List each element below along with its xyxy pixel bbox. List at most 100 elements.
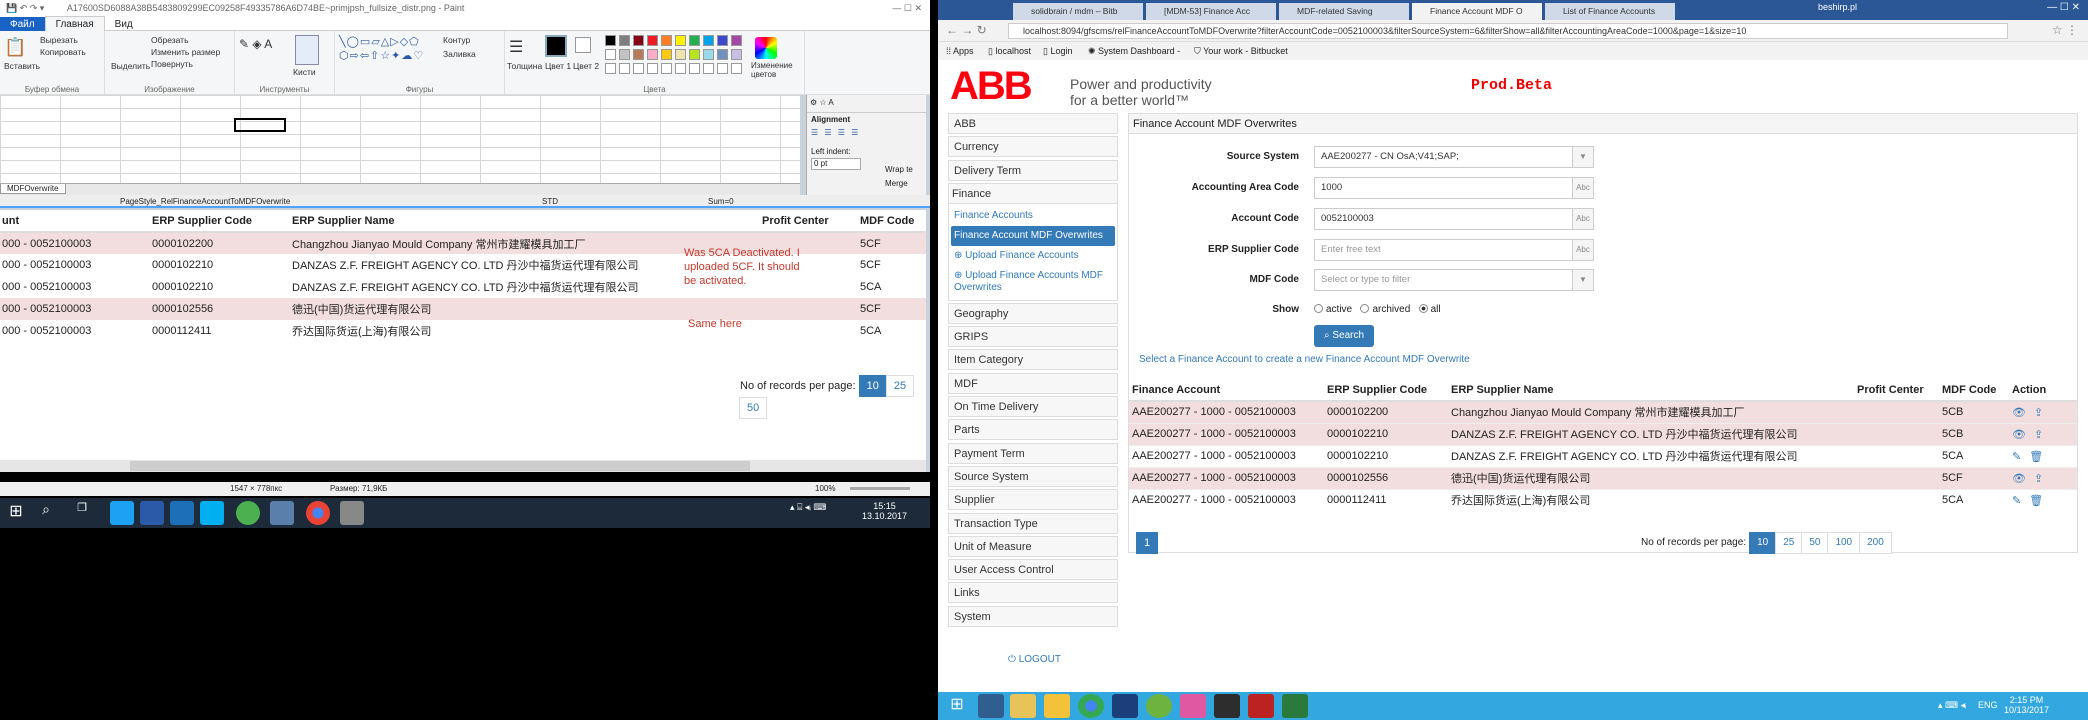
page-1[interactable]: 1 [1136, 532, 1159, 554]
outline-button[interactable]: Контур [443, 35, 470, 45]
accounting-area-input[interactable]: 1000 Abc [1314, 177, 1594, 199]
color-swatch[interactable] [703, 49, 714, 60]
color-swatch[interactable] [633, 49, 644, 60]
color-swatch[interactable] [619, 35, 630, 46]
language-indicator[interactable]: ENG [1978, 700, 1998, 710]
col-erp-name[interactable]: ERP Supplier Name [1448, 379, 1854, 402]
bookmark-dashboard[interactable]: ✺ System Dashboard - [1088, 42, 1180, 60]
pencil-icon[interactable]: ✎ [2012, 494, 2021, 507]
trash-icon[interactable]: 🗑 [2029, 494, 2043, 507]
radio-archived[interactable]: archived [1360, 304, 1410, 315]
save-app-icon[interactable] [140, 501, 164, 525]
nav-item-mdf[interactable]: MDF [948, 372, 1118, 394]
trash-icon[interactable]: 🗑 [2029, 450, 2043, 463]
file-explorer-icon[interactable] [1044, 694, 1070, 718]
pencil-icon[interactable]: ✎ ◈ A [239, 37, 272, 51]
zoom-slider[interactable] [850, 487, 910, 490]
empty-swatch[interactable] [689, 63, 700, 74]
table-row[interactable]: AAE200277 - 1000 - 0052100003 0000112411 乔… [1129, 488, 2077, 511]
brushes-icon[interactable] [295, 35, 319, 65]
color-swatch[interactable] [605, 35, 616, 46]
color-swatch[interactable] [661, 35, 672, 46]
nav-item-transaction-type[interactable]: Transaction Type [948, 512, 1118, 534]
color-swatch[interactable] [675, 35, 686, 46]
nav-item-unit-of-measure[interactable]: Unit of Measure [948, 535, 1118, 557]
windows-start-icon[interactable]: ⊞ [944, 694, 970, 718]
color-swatch[interactable] [689, 49, 700, 60]
shapes-icons-row2[interactable]: ⬡⇨⇦⇧☆✦☁♡ [339, 49, 424, 62]
upload-icon[interactable]: ⇪ [2034, 406, 2043, 419]
task-view-icon[interactable]: ❐ [70, 501, 94, 525]
nav-upload-mdf-overwrites[interactable]: ⊕ Upload Finance Accounts MDF Overwrites [951, 266, 1115, 298]
color-swatch[interactable] [731, 35, 742, 46]
quick-access-icons[interactable]: 💾 ↶ ↷ ▾ [6, 3, 44, 13]
page-size-100[interactable]: 100 [1827, 532, 1861, 554]
logout-link[interactable]: ⏻ LOGOUT [1008, 654, 1061, 665]
nav-item-parts[interactable]: Parts [948, 419, 1118, 441]
cut-button[interactable]: Вырезать [40, 35, 78, 45]
menu-icon[interactable]: ☆ ⋮ [2052, 23, 2078, 37]
tab-file[interactable]: Файл [0, 17, 45, 32]
tool-icon[interactable] [340, 501, 364, 525]
nav-item-payment-term[interactable]: Payment Term [948, 442, 1118, 464]
empty-swatch[interactable] [675, 63, 686, 74]
page-size-10[interactable]: 10 [1749, 532, 1777, 554]
tab-view[interactable]: Вид [105, 17, 143, 32]
col-mdf-code[interactable]: MDF Code [1939, 379, 2009, 402]
nav-currency[interactable]: Currency [948, 136, 1118, 158]
app-icon[interactable] [1248, 694, 1274, 718]
empty-swatch[interactable] [647, 63, 658, 74]
color1-swatch[interactable] [545, 35, 567, 57]
browser-tab[interactable]: List of Finance Accounts [1545, 3, 1675, 20]
color-swatch[interactable] [661, 49, 672, 60]
page-size-50[interactable]: 50 [1801, 532, 1829, 554]
color-swatch[interactable] [703, 35, 714, 46]
terminal-icon[interactable] [1214, 694, 1240, 718]
mdf-code-select[interactable]: Select or type to filter ▼ [1314, 269, 1594, 291]
shapes-icons[interactable]: ╲◯▭▱△▷◇⬠ [339, 35, 420, 48]
chrome-icon[interactable] [1078, 694, 1104, 718]
upload-icon[interactable]: ⇪ [2034, 472, 2043, 485]
empty-swatch[interactable] [731, 63, 742, 74]
table-row[interactable]: AAE200277 - 1000 - 0052100003 0000102556 德… [1129, 466, 2077, 489]
col-erp-code[interactable]: ERP Supplier Code [1324, 379, 1448, 402]
url-input[interactable]: localhost:8094/gfscms/relFinanceAccountT… [1008, 23, 2008, 39]
col-finance-account[interactable]: Finance Account [1129, 379, 1324, 402]
edit-colors-button[interactable]: Изменение цветов [751, 61, 801, 79]
nav-item-supplier[interactable]: Supplier [948, 489, 1118, 511]
save-app-icon[interactable] [1112, 694, 1138, 718]
search-icon[interactable]: ⌕ [34, 501, 58, 525]
nav-finance[interactable]: Finance [949, 183, 1117, 204]
source-system-select[interactable]: AAE200277 - CN OsA;V41;SAP; ▼ [1314, 146, 1594, 168]
bookmark-bitbucket[interactable]: ⛉ Your work - Bitbucket [1194, 42, 1288, 60]
nav-item-item-category[interactable]: Item Category [948, 349, 1118, 371]
table-row[interactable]: AAE200277 - 1000 - 0052100003 0000102200 C… [1129, 400, 2077, 423]
nav-upload-finance-accounts[interactable]: ⊕ Upload Finance Accounts [951, 246, 1115, 266]
app-icon[interactable] [978, 694, 1004, 718]
table-row[interactable]: AAE200277 - 1000 - 0052100003 0000102210 D… [1129, 422, 2077, 445]
paste-icon[interactable]: 📋 [4, 37, 26, 58]
empty-swatch[interactable] [717, 63, 728, 74]
nav-item-source-system[interactable]: Source System [948, 465, 1118, 487]
account-code-input[interactable]: 0052100003 Abc [1314, 208, 1594, 230]
tab-home[interactable]: Главная [44, 16, 105, 31]
color-swatch[interactable] [633, 35, 644, 46]
color-swatch[interactable] [619, 49, 630, 60]
upload-icon[interactable]: ⇪ [2034, 428, 2043, 441]
nav-item-geography[interactable]: Geography [948, 302, 1118, 324]
browser-tab[interactable]: [MDM-53] Finance Acc [1146, 3, 1276, 20]
empty-swatch[interactable] [661, 63, 672, 74]
nav-item-on-time-delivery[interactable]: On Time Delivery [948, 396, 1118, 418]
empty-swatch[interactable] [605, 63, 616, 74]
paint-app-icon[interactable] [270, 501, 294, 525]
eye-icon[interactable]: 👁 [2012, 472, 2026, 485]
empty-swatch[interactable] [619, 63, 630, 74]
rotate-button[interactable]: Повернуть [151, 59, 193, 69]
nav-item-grips[interactable]: GRIPS [948, 326, 1118, 348]
empty-swatch[interactable] [633, 63, 644, 74]
eye-icon[interactable]: 👁 [2012, 406, 2026, 419]
size-icon[interactable]: ☰ [509, 37, 523, 57]
page-size-200[interactable]: 200 [1859, 532, 1892, 554]
fill-button[interactable]: Заливка [443, 49, 476, 59]
brushes-button[interactable]: Кисти [293, 67, 316, 77]
